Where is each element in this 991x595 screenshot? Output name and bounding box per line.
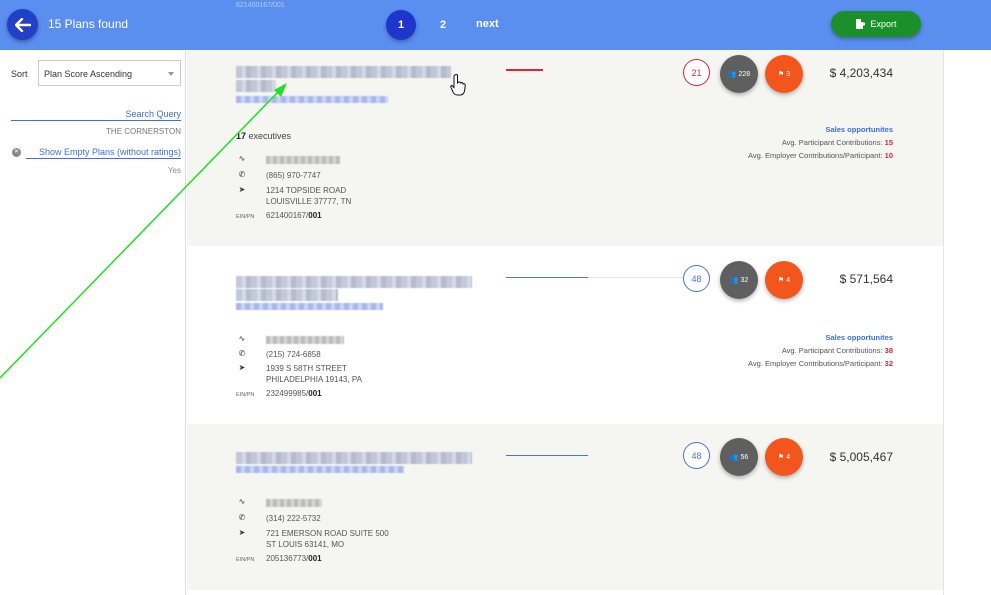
participants-button[interactable]: 👥 56 [720, 438, 758, 476]
pulse-icon: ∿ [238, 334, 246, 343]
page-1-button[interactable]: 1 [386, 10, 416, 40]
plan-card: ∿ ✆ (215) 724-6858 ➤ 1939 S 58TH STREET … [187, 246, 943, 424]
plan-assets-amount: $ 571,564 [839, 272, 893, 286]
next-card-edge [187, 590, 943, 595]
flags-button[interactable]: ⚑ 4 [765, 438, 803, 476]
ein-pn-label: EIN/PN [236, 214, 255, 220]
flag-icon: ⚑ [777, 71, 785, 78]
plan-assets-amount: $ 5,005,467 [829, 450, 893, 464]
back-button[interactable] [7, 9, 38, 40]
users-icon: 👥 [729, 454, 739, 461]
score-bar [506, 69, 543, 71]
sort-select[interactable]: Plan Score Ascending [38, 60, 181, 86]
flags-button[interactable]: ⚑ 4 [765, 261, 803, 299]
location-arrow-icon: ➤ [238, 185, 246, 194]
page-2-button[interactable]: 2 [428, 10, 458, 40]
show-empty-plans-filter[interactable]: Show Empty Plans (without ratings) [26, 147, 181, 159]
hand-pointer-icon [450, 74, 466, 96]
address-line-2: ST LOUIS 63141, MO [266, 540, 345, 549]
next-page-link[interactable]: next [476, 18, 499, 30]
plan-title-redacted[interactable] [236, 452, 472, 464]
phone-number: (215) 724-6858 [266, 350, 321, 359]
score-bar-track [588, 277, 683, 278]
phone-icon: ✆ [238, 513, 246, 522]
chevron-down-icon [168, 72, 174, 76]
address-line-2: PHILADELPHIA 19143, PA [266, 375, 362, 384]
phone-icon: ✆ [238, 349, 246, 358]
location-arrow-icon: ➤ [238, 363, 246, 372]
participants-button[interactable]: 👥 32 [720, 261, 758, 299]
sponsor-name-redacted[interactable] [236, 303, 383, 310]
contact-name-redacted [266, 336, 344, 344]
flag-icon: ⚑ [777, 277, 785, 284]
phone-number: (865) 970-7747 [266, 171, 321, 180]
sort-label: Sort [11, 69, 28, 79]
avg-employer-contributions: Avg. Employer Contributions/Participant:… [748, 151, 893, 160]
file-export-icon [856, 19, 866, 29]
right-gutter [943, 50, 991, 595]
sort-selected-value: Plan Score Ascending [44, 69, 133, 79]
score-bar [506, 455, 588, 456]
search-query-value: THE CORNERSTON [106, 127, 181, 136]
sales-opportunities-title: Sales opportunites [825, 125, 893, 134]
plan-score-badge: 21 [683, 59, 710, 86]
export-button[interactable]: Export [831, 11, 921, 37]
ein-pn-value: 205136773/001 [266, 554, 322, 563]
arrow-left-icon [14, 17, 31, 32]
phone-icon: ✆ [238, 170, 246, 179]
plan-assets-amount: $ 4,203,434 [829, 66, 893, 80]
flags-button[interactable]: ⚑ 3 [765, 55, 803, 93]
pulse-icon: ∿ [238, 154, 246, 163]
avg-participant-contributions: Avg. Participant Contributions: 38 [781, 346, 893, 355]
contact-name-redacted [266, 499, 322, 507]
top-bar: 621400167/001 15 Plans found 1 2 next Ex… [0, 0, 991, 50]
score-bar [506, 277, 588, 278]
contact-name-redacted [266, 156, 340, 164]
plan-card: ∿ ✆ (314) 222-5732 ➤ 721 EMERSON ROAD SU… [187, 424, 943, 590]
plan-title-redacted-line2[interactable] [236, 80, 276, 92]
scrolled-ein-value: 621400167/001 [236, 2, 285, 9]
phone-number: (314) 222-5732 [266, 514, 321, 523]
pulse-icon: ∿ [238, 497, 246, 506]
plan-title-redacted-line2[interactable] [236, 289, 338, 301]
show-empty-plans-value: Yes [167, 166, 181, 175]
ein-pn-value: 621400167/001 [266, 211, 322, 220]
address-line-2: LOUISVILLE 37777, TN [266, 197, 352, 206]
address-line-1: 1939 S 58TH STREET [266, 364, 347, 373]
clear-filter-icon[interactable]: ✕ [12, 148, 21, 157]
flag-icon: ⚑ [777, 454, 785, 461]
plan-card: 17 executives ∿ ✆ (865) 970-7747 ➤ 1214 … [187, 50, 943, 246]
plan-title-redacted[interactable] [236, 276, 472, 288]
executives-count: 17 executives [236, 131, 292, 141]
address-line-1: 1214 TOPSIDE ROAD [266, 186, 347, 195]
sponsor-name-redacted[interactable] [236, 466, 404, 473]
users-icon: 👥 [729, 277, 739, 284]
search-query-filter[interactable]: Search Query [11, 109, 181, 121]
plans-found-count: 15 Plans found [48, 17, 129, 31]
ein-pn-label: EIN/PN [236, 557, 255, 563]
avg-employer-contributions: Avg. Employer Contributions/Participant:… [748, 359, 893, 368]
export-label: Export [870, 19, 897, 29]
sales-opportunities-title: Sales opportunites [825, 333, 893, 342]
sponsor-name-redacted[interactable] [236, 96, 388, 103]
plan-score-badge: 48 [683, 442, 710, 469]
address-line-1: 721 EMERSON ROAD SUITE 500 [266, 529, 389, 538]
ein-pn-label: EIN/PN [236, 392, 255, 398]
users-icon: 👥 [727, 71, 737, 78]
plan-title-redacted[interactable] [236, 66, 451, 78]
participants-button[interactable]: 👥 228 [720, 55, 758, 93]
avg-participant-contributions: Avg. Participant Contributions: 15 [781, 138, 893, 147]
plan-score-badge: 48 [683, 265, 710, 292]
filter-sidebar: Sort Plan Score Ascending Search Query T… [0, 50, 186, 595]
location-arrow-icon: ➤ [238, 528, 246, 537]
ein-pn-value: 232499985/001 [266, 389, 322, 398]
